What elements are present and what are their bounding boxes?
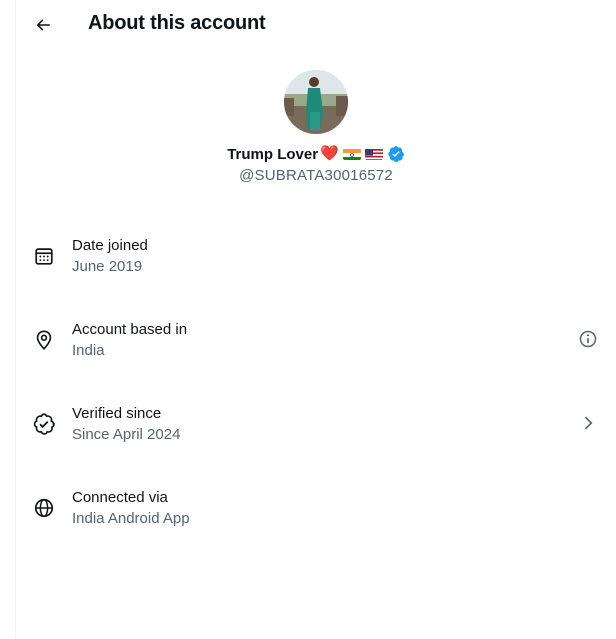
row-verified-since[interactable]: Verified since Since April 2024 [16,393,616,477]
row-account-based-in: Account based in India [16,309,616,393]
verified-badge-outline-icon [33,413,55,435]
page-title: About this account [88,12,266,34]
row-value: India Android App [72,510,190,527]
back-button[interactable] [28,10,58,40]
india-flag-icon [342,148,361,160]
arrow-left-icon [36,19,50,31]
calendar-icon [35,248,53,265]
us-flag-icon [364,148,383,160]
display-name: Trump Lover [227,145,319,163]
row-value: Since April 2024 [72,426,181,443]
profile-section: Trump Lover ❤️ @SUBRATA30016572 [16,70,616,184]
handle: @SUBRATA30016572 [239,167,393,184]
display-name-row: Trump Lover ❤️ [16,144,616,164]
account-info-list: Date joined June 2019 Account based in I… [16,225,616,561]
row-connected-via: Connected via India Android App [16,477,616,561]
row-value: June 2019 [72,258,143,275]
info-icon[interactable] [578,329,598,349]
row-label: Date joined [72,237,148,254]
row-value: India [72,342,105,359]
row-label: Connected via [72,489,168,506]
heart-emoji: ❤️ [320,145,339,162]
chevron-right-icon [584,416,593,430]
row-date-joined: Date joined June 2019 [16,225,616,309]
header: About this account [16,0,616,50]
location-pin-icon [36,330,52,350]
verified-badge-icon [388,145,404,163]
row-label: Verified since [72,405,162,422]
globe-icon [34,498,54,518]
row-label: Account based in [72,321,188,338]
avatar[interactable] [284,70,348,134]
